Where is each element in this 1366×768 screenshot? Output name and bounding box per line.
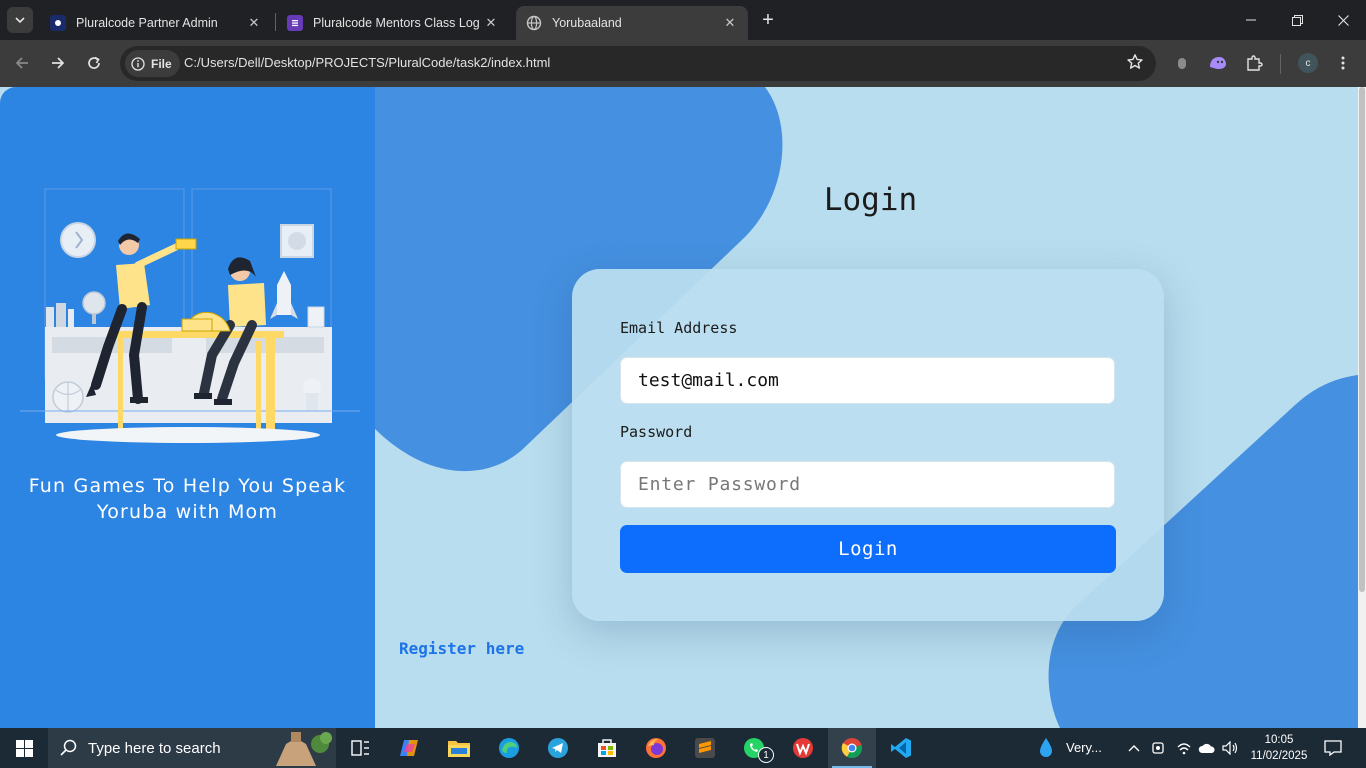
edge-icon[interactable] <box>485 728 533 768</box>
clock-time: 10:05 <box>1264 734 1294 746</box>
extension-ghost-icon[interactable] <box>1206 51 1230 75</box>
chevron-down-icon <box>15 17 25 24</box>
tab-title: Pluralcode Mentors Class Log <box>313 16 480 30</box>
page-viewport: Fun Games To Help You Speak Yoruba with … <box>0 87 1366 728</box>
browser-tab-bar: Pluralcode Partner Admin ✕ Pluralcode Me… <box>0 0 1366 40</box>
pluralcode-favicon-icon <box>50 15 66 31</box>
reload-icon[interactable] <box>81 50 107 76</box>
profile-avatar[interactable]: c <box>1298 53 1318 73</box>
tab-yorubaaland[interactable]: Yorubaaland ✕ <box>516 6 748 40</box>
wps-office-icon[interactable] <box>779 728 827 768</box>
onedrive-cloud-icon[interactable] <box>1197 738 1217 758</box>
weather-text[interactable]: Very... <box>1066 740 1102 755</box>
store-icon[interactable] <box>583 728 631 768</box>
telegram-icon[interactable] <box>534 728 582 768</box>
weather-raindrop-icon[interactable] <box>1036 738 1056 758</box>
bookmark-star-icon[interactable] <box>1126 53 1144 76</box>
login-card: Email Address Password Login <box>572 269 1164 621</box>
minimize-icon[interactable] <box>1228 0 1274 40</box>
site-info-chip[interactable]: File <box>125 50 180 77</box>
hero-tagline: Fun Games To Help You Speak Yoruba with … <box>28 475 347 523</box>
site-chip-label: File <box>151 56 172 71</box>
tab-mentors-class-log[interactable]: Pluralcode Mentors Class Log ✕ <box>277 6 509 40</box>
search-placeholder: Type here to search <box>88 739 221 757</box>
close-icon[interactable]: ✕ <box>244 13 264 33</box>
vscode-icon[interactable] <box>877 728 925 768</box>
toolbar-divider <box>1280 54 1281 74</box>
notifications-icon[interactable] <box>1323 738 1343 758</box>
sublime-text-icon[interactable] <box>681 728 729 768</box>
whatsapp-icon[interactable]: 1 <box>730 728 778 768</box>
globe-icon <box>526 15 542 31</box>
login-section: Login Email Address Password Login Regis… <box>375 87 1366 728</box>
forms-favicon-icon <box>287 15 303 31</box>
copilot-icon[interactable] <box>386 728 434 768</box>
email-field[interactable] <box>620 357 1115 404</box>
whatsapp-notification-badge: 1 <box>758 747 774 763</box>
forward-arrow-icon[interactable] <box>45 50 71 76</box>
kids-studying-illustration <box>20 188 360 443</box>
windows-start-icon[interactable] <box>0 728 48 768</box>
more-menu-icon[interactable] <box>1331 51 1355 75</box>
restore-icon[interactable] <box>1274 0 1320 40</box>
tab-title: Yorubaaland <box>552 16 622 30</box>
taskbar-search-box[interactable]: Type here to search <box>48 728 336 768</box>
clock-date: 11/02/2025 <box>1250 750 1308 762</box>
tab-title: Pluralcode Partner Admin <box>76 16 218 30</box>
tab-search-button[interactable] <box>7 7 33 33</box>
search-icon <box>60 739 77 756</box>
extension-mouse-icon[interactable] <box>1170 51 1194 75</box>
left-hero-panel: Fun Games To Help You Speak Yoruba with … <box>0 87 375 728</box>
password-field[interactable] <box>620 461 1115 508</box>
scrollbar-thumb[interactable] <box>1359 87 1365 592</box>
firefox-icon[interactable] <box>632 728 680 768</box>
tab-separator <box>275 13 276 31</box>
search-highlight-temple-icon <box>276 732 332 766</box>
chrome-icon[interactable] <box>828 728 876 768</box>
register-link[interactable]: Register here <box>399 639 524 658</box>
meet-camera-icon[interactable] <box>1149 738 1169 758</box>
system-clock[interactable]: 10:05 11/02/2025 <box>1244 732 1314 764</box>
address-bar[interactable]: File C:/Users/Dell/Desktop/PROJECTS/Plur… <box>120 46 1156 81</box>
password-label: Password <box>620 423 693 441</box>
url-text[interactable]: C:/Users/Dell/Desktop/PROJECTS/PluralCod… <box>184 55 550 70</box>
page-scrollbar[interactable] <box>1358 87 1366 728</box>
back-arrow-icon[interactable] <box>9 50 35 76</box>
login-button[interactable]: Login <box>620 525 1116 573</box>
windows-taskbar: Type here to search 1 Very... 10:05 11/0… <box>0 728 1366 768</box>
file-explorer-icon[interactable] <box>435 728 483 768</box>
close-window-icon[interactable] <box>1320 0 1366 40</box>
network-icon[interactable] <box>1174 738 1194 758</box>
info-icon <box>131 56 145 71</box>
email-label: Email Address <box>620 319 738 337</box>
tab-partner-admin[interactable]: Pluralcode Partner Admin ✕ <box>40 6 272 40</box>
task-view-icon[interactable] <box>336 728 384 768</box>
volume-icon[interactable] <box>1220 738 1240 758</box>
close-icon[interactable]: ✕ <box>481 13 501 33</box>
close-icon[interactable]: ✕ <box>720 13 740 33</box>
chevron-up-icon[interactable] <box>1124 738 1144 758</box>
extensions-puzzle-icon[interactable] <box>1242 51 1266 75</box>
login-heading: Login <box>823 182 918 218</box>
new-tab-plus-icon[interactable]: + <box>756 8 780 32</box>
browser-toolbar: File C:/Users/Dell/Desktop/PROJECTS/Plur… <box>0 40 1366 87</box>
